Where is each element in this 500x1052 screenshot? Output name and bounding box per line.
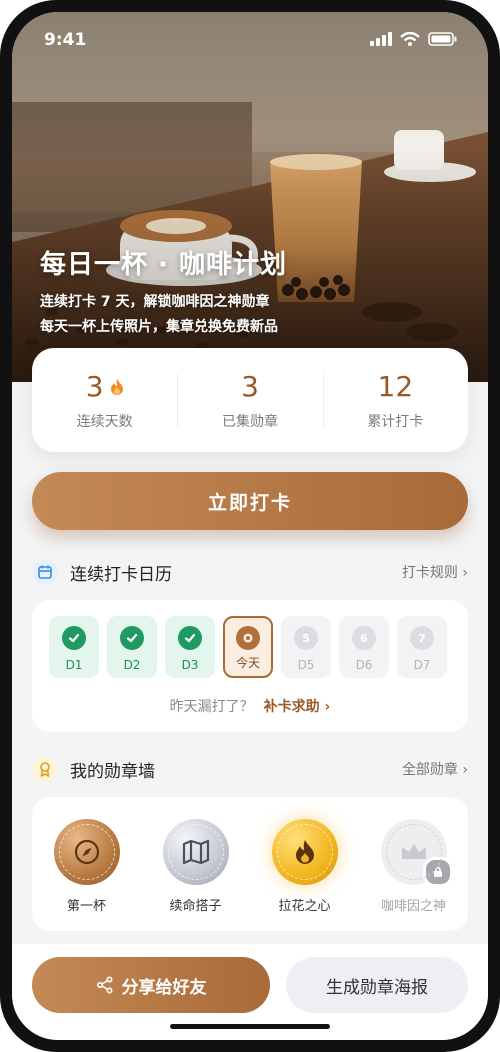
check-icon: [62, 626, 86, 650]
badges-card: 第一杯 续命搭子 拉花之心 咖啡因之神: [32, 797, 468, 931]
hero-subtitle-2: 每天一杯上传照片，集章兑换免费新品: [40, 319, 278, 335]
share-label: 分享给好友: [121, 977, 207, 998]
coffee-bean-icon: [236, 626, 260, 650]
calendar-title: 连续打卡日历: [70, 564, 172, 585]
wifi-icon: [400, 32, 420, 46]
calendar-header: 连续打卡日历 打卡规则 ›: [32, 558, 468, 586]
status-icons: [370, 32, 458, 46]
calendar-icon: [32, 559, 58, 585]
day-number: 7: [410, 626, 434, 650]
makeup-row: 昨天漏打了？ 补卡求助 ›: [32, 696, 468, 716]
generate-poster-button[interactable]: 生成勋章海报: [286, 957, 468, 1013]
day-5[interactable]: 5 D5: [281, 616, 331, 678]
battery-icon: [428, 32, 457, 46]
check-icon: [178, 626, 202, 650]
badge-label: 拉花之心: [278, 899, 331, 914]
bottom-bar: 分享给好友 生成勋章海报: [12, 944, 488, 1040]
badge-first-cup[interactable]: 第一杯: [32, 797, 141, 931]
stat-badges-value: 3: [241, 370, 259, 403]
phone-frame: 9:41 每日一杯 · 咖啡计划 连续打卡 7 天，解锁咖啡因之神勋章 每天一杯…: [0, 0, 500, 1052]
day-3[interactable]: D3: [165, 616, 215, 678]
badges-title: 我的勋章墙: [70, 761, 155, 782]
badge-label: 咖啡因之神: [380, 899, 446, 914]
day-list: D1 D2 D3 今天 5 D5 6 D6 7 D7: [49, 616, 447, 678]
checkin-button[interactable]: 立即打卡: [32, 472, 468, 530]
status-time: 9:41: [44, 30, 87, 50]
stat-streak: 3 连续天数: [32, 348, 177, 452]
check-icon: [120, 626, 144, 650]
day-1[interactable]: D1: [49, 616, 99, 678]
flame-icon: [271, 819, 338, 885]
day-label: D1: [65, 658, 83, 672]
day-6[interactable]: 6 D6: [339, 616, 389, 678]
day-number: 5: [294, 626, 318, 650]
calendar-card: D1 D2 D3 今天 5 D5 6 D6 7 D7 昨天漏打了？ 补卡求助 ›: [32, 600, 468, 732]
day-label: D5: [297, 658, 315, 672]
badge-label: 第一杯: [66, 899, 106, 914]
stat-total: 12 累计打卡: [322, 348, 468, 452]
day-label: D2: [123, 658, 141, 672]
hero-banner: 9:41 每日一杯 · 咖啡计划 连续打卡 7 天，解锁咖啡因之神勋章 每天一杯…: [12, 12, 488, 382]
ribbon-icon: [32, 756, 58, 782]
compass-icon: [53, 819, 120, 885]
day-today[interactable]: 今天: [223, 616, 273, 678]
lock-icon: [422, 857, 453, 887]
badges-header: 我的勋章墙 全部勋章 ›: [32, 755, 468, 783]
stat-total-value: 12: [377, 370, 414, 403]
day-label: 今天: [235, 656, 260, 670]
stat-total-label: 累计打卡: [367, 414, 424, 430]
home-indicator: [170, 1024, 330, 1029]
stats-card: 3 连续天数 3 已集勋章 12 累计打卡: [32, 348, 468, 452]
badge-buddy[interactable]: 续命搭子: [141, 797, 250, 931]
crown-icon: [380, 819, 453, 887]
day-label: D7: [413, 658, 431, 672]
map-icon: [162, 819, 229, 885]
stat-badges-label: 已集勋章: [221, 414, 278, 430]
badge-caffeine-god[interactable]: 咖啡因之神: [359, 797, 468, 931]
share-icon: [96, 976, 113, 994]
day-number: 6: [352, 626, 376, 650]
day-label: D3: [181, 658, 199, 672]
badge-latte-art[interactable]: 拉花之心: [250, 797, 359, 931]
stat-streak-value: 3: [85, 370, 104, 403]
day-7[interactable]: 7 D7: [397, 616, 447, 678]
flame-icon: [110, 378, 123, 395]
day-2[interactable]: D2: [107, 616, 157, 678]
makeup-question: 昨天漏打了？: [169, 699, 254, 715]
hero-subtitle-1: 连续打卡 7 天，解锁咖啡因之神勋章: [40, 294, 270, 310]
stat-badges: 3 已集勋章: [177, 348, 322, 452]
hero-title: 每日一杯 · 咖啡计划: [40, 250, 287, 280]
signal-icon: [370, 32, 392, 46]
screen: 9:41 每日一杯 · 咖啡计划 连续打卡 7 天，解锁咖啡因之神勋章 每天一杯…: [12, 12, 488, 1040]
stat-streak-label: 连续天数: [76, 414, 133, 430]
badge-label: 续命搭子: [169, 899, 222, 914]
status-bar: 9:41: [12, 12, 488, 64]
makeup-help-link[interactable]: 补卡求助 ›: [264, 699, 331, 715]
checkin-rules-link[interactable]: 打卡规则 ›: [402, 562, 468, 582]
all-badges-link[interactable]: 全部勋章 ›: [402, 759, 468, 779]
share-button[interactable]: 分享给好友: [32, 957, 270, 1013]
day-label: D6: [355, 658, 373, 672]
